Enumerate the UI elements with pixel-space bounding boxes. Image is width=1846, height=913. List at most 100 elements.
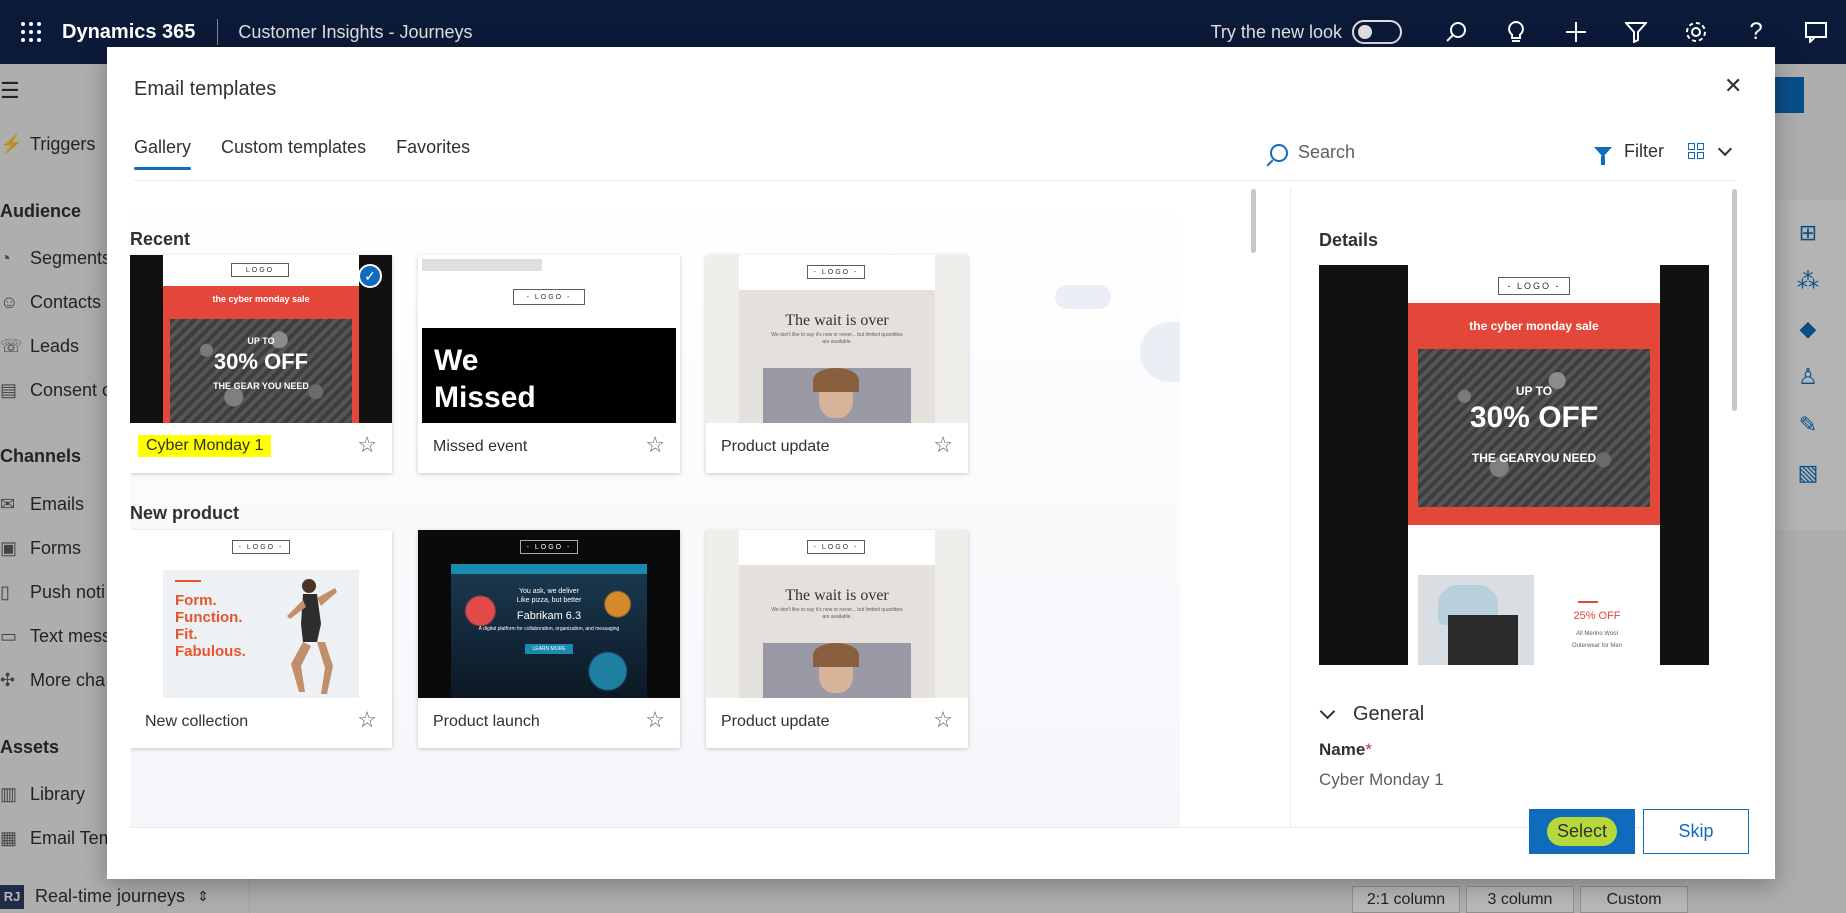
thumb-body: LOGO the cyber monday sale UP TO 30% OFF… (163, 255, 359, 423)
grid-view-icon (1688, 143, 1704, 159)
tabs-divider (134, 180, 1736, 181)
thumb-headline-2: Missed (434, 381, 536, 414)
search-box[interactable]: Search (1270, 142, 1355, 163)
template-card-cyber-monday[interactable]: LOGO the cyber monday sale UP TO 30% OFF… (130, 255, 392, 473)
template-name: New collection (145, 713, 249, 730)
thumb-upto: UP TO (247, 336, 275, 346)
thumb-cta: LEARN MORE (525, 644, 573, 654)
thumb-product-name: Fabrikam 6.3 (516, 610, 582, 622)
thumb-athlete-image (287, 579, 337, 694)
star-icon[interactable]: ☆ (933, 432, 953, 458)
thumb-line: Form. (175, 592, 217, 609)
selected-check-icon: ✓ (358, 264, 382, 288)
thumb-logo: - LOGO - (232, 540, 290, 554)
thumb-sale-text: the cyber monday sale (212, 294, 310, 304)
template-name: Product launch (433, 713, 540, 730)
filter-button[interactable]: Filter (1594, 141, 1664, 165)
name-label-text: Name (1319, 740, 1366, 759)
app-name[interactable]: Customer Insights - Journeys (238, 22, 472, 43)
cloud-decoration (1055, 285, 1111, 309)
thumb-hero: Form. Function. Fit. Fabulous. (163, 570, 359, 698)
template-thumbnail: - LOGO - The wait is over We don't like … (706, 255, 968, 423)
thumb-headline-1: We (434, 344, 479, 377)
preview-promo-sub: Outerwear for Men (1571, 643, 1623, 649)
skip-button[interactable]: Skip (1643, 809, 1749, 854)
star-icon[interactable]: ☆ (357, 432, 377, 458)
thumb-hero: the cyber monday sale UP TO 30% OFF THE … (163, 286, 359, 423)
search-placeholder: Search (1298, 142, 1356, 162)
thumb-line: Fabulous. (175, 643, 246, 660)
select-button-label: Select (1546, 817, 1618, 846)
preview-logo: - LOGO - (1498, 277, 1570, 295)
template-card-product-update[interactable]: - LOGO - The wait is over We don't like … (706, 255, 968, 473)
thumb-line: Fit. (175, 626, 198, 643)
thumb-logo: LOGO (231, 263, 289, 277)
new-look-toggle[interactable] (1352, 20, 1402, 44)
template-thumbnail: LOGO the cyber monday sale UP TO 30% OFF… (130, 255, 392, 423)
thumb-header-bar (422, 259, 542, 271)
section-title-new-product: New product (130, 503, 240, 523)
star-icon[interactable]: ☆ (645, 707, 665, 733)
preview-promo-image (1418, 575, 1534, 665)
thumb-hero: We Missed (422, 328, 676, 423)
dialog-tabs: Gallery Custom templates Favorites (134, 137, 500, 170)
tab-custom-templates[interactable]: Custom templates (221, 137, 366, 170)
section-title-recent: Recent (130, 229, 191, 249)
tab-gallery[interactable]: Gallery (134, 137, 192, 170)
general-section-toggle[interactable]: General (1319, 703, 1424, 726)
gallery-scrollbar[interactable] (1251, 189, 1256, 253)
template-card-product-launch[interactable]: - LOGO - You ask, we deliver Like pizza,… (418, 530, 680, 748)
thumb-hero: The wait is over We don't like to say it… (739, 290, 935, 423)
app-launcher-icon[interactable] (0, 0, 62, 64)
preview-gear: THE GEARYOU NEED (1471, 451, 1597, 465)
template-thumbnail: - LOGO - The wait is over We don't like … (706, 530, 968, 698)
star-icon[interactable]: ☆ (645, 432, 665, 458)
thumb-collection-text: Form. Function. Fit. Fabulous. (175, 592, 246, 660)
star-icon[interactable]: ☆ (357, 707, 377, 733)
chat-icon[interactable] (1786, 0, 1846, 64)
thumb-title: The wait is over (785, 312, 889, 329)
chevron-down-icon (1319, 703, 1336, 720)
star-icon[interactable]: ☆ (933, 707, 953, 733)
thumb-subtitle: We don't like to say it's now or never..… (771, 332, 903, 345)
preview-shop-button: SHOP THE SALE (1480, 537, 1588, 555)
template-name: Cyber Monday 1 (138, 435, 272, 457)
template-thumbnail: - LOGO - You ask, we deliver Like pizza,… (418, 530, 680, 698)
dialog-title: Email templates (134, 78, 277, 100)
template-thumbnail: - LOGO - Form. Function. Fit. Fabulous. (130, 530, 392, 698)
view-switcher[interactable] (1688, 141, 1733, 159)
template-thumbnail: - LOGO - We Missed (418, 255, 680, 423)
template-card-missed-event[interactable]: - LOGO - We Missed Missed event ☆ (418, 255, 680, 473)
close-icon[interactable]: ✕ (1724, 73, 1742, 99)
thumb-line: Function. (175, 609, 243, 626)
thumb-logo: - LOGO - (807, 265, 865, 279)
thumb-gear: THE GEAR YOU NEED (213, 381, 309, 391)
preview-hero: the cyber monday sale UP TO 30% OFF THE … (1408, 303, 1660, 555)
template-card-product-update-2[interactable]: - LOGO - The wait is over We don't like … (706, 530, 968, 748)
preview-promo-item: All Merino Wool (1576, 631, 1618, 637)
search-icon (1270, 143, 1288, 162)
tab-favorites[interactable]: Favorites (396, 137, 470, 170)
thumb-subtitle: We don't like to say it's now or never..… (771, 607, 903, 620)
thumb-model-image (763, 643, 911, 698)
cloud-decoration (1140, 322, 1180, 382)
thumb-logo: - LOGO - (520, 540, 578, 554)
required-marker: * (1365, 740, 1372, 759)
email-templates-dialog: Email templates ✕ Gallery Custom templat… (107, 47, 1775, 879)
details-pane: Details - LOGO - the cyber monday sale U… (1290, 187, 1742, 827)
thumb-hero: You ask, we deliver Like pizza, but bett… (451, 564, 647, 698)
thumb-hero: The wait is over We don't like to say it… (739, 565, 935, 698)
details-scrollbar[interactable] (1732, 189, 1737, 411)
details-title: Details (1319, 230, 1379, 250)
brand-name[interactable]: Dynamics 365 (62, 21, 195, 44)
try-new-look-label: Try the new look (1210, 21, 1342, 42)
select-button[interactable]: Select (1529, 809, 1635, 854)
thumb-model-image (763, 368, 911, 423)
template-card-new-collection[interactable]: - LOGO - Form. Function. Fit. Fabulous. (130, 530, 392, 748)
thumb-description: A digital platform for collaboration, or… (478, 626, 620, 632)
preview-forest-image: UP TO 30% OFF THE GEARYOU NEED (1418, 349, 1650, 507)
template-name: Missed event (433, 438, 528, 455)
name-value: Cyber Monday 1 (1319, 770, 1444, 789)
name-label: Name* (1319, 740, 1372, 760)
template-gallery: Recent LOGO the cyber monday sale UP TO … (130, 187, 1180, 827)
